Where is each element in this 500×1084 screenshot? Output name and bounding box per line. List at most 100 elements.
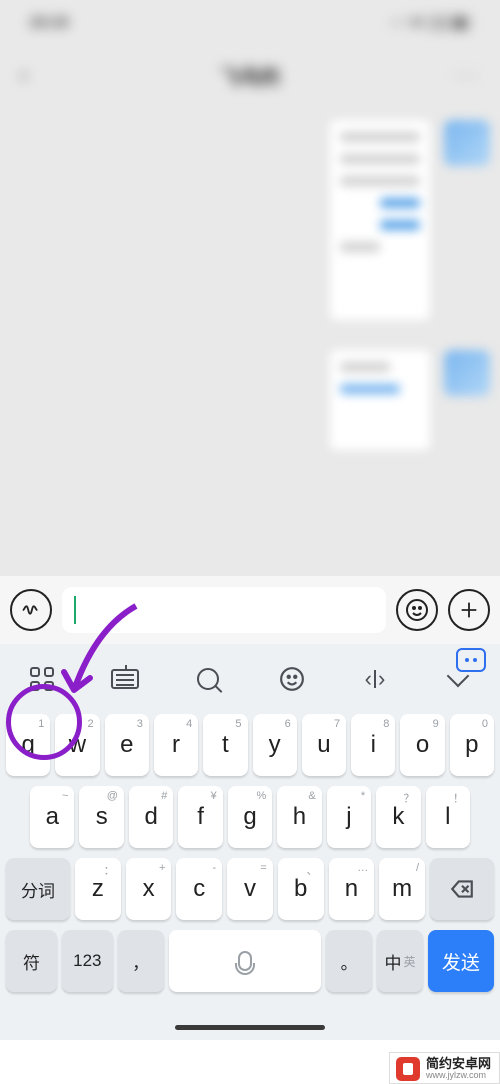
microphone-icon xyxy=(238,951,252,971)
home-indicator[interactable] xyxy=(175,1025,325,1030)
key-sub: … xyxy=(357,862,368,874)
key-j[interactable]: j* xyxy=(327,786,371,848)
message-text-input[interactable] xyxy=(62,587,386,633)
chat-title: 飞鸟的 xyxy=(220,61,280,90)
key-sub: ！ xyxy=(453,790,464,806)
key-r[interactable]: r4 xyxy=(154,714,198,776)
voice-input-button[interactable] xyxy=(10,589,52,631)
keyboard-icon xyxy=(111,669,139,689)
key-sub: 1 xyxy=(38,718,44,730)
key-q[interactable]: q1 xyxy=(6,714,50,776)
key-sub: - xyxy=(212,862,216,874)
key-z[interactable]: z： xyxy=(75,858,121,920)
key-sub: 、 xyxy=(307,862,318,878)
key-l[interactable]: l！ xyxy=(426,786,470,848)
key-w[interactable]: w2 xyxy=(55,714,99,776)
fenci-key[interactable]: 分词 xyxy=(6,858,70,920)
avatar[interactable] xyxy=(444,350,490,396)
smiley-icon xyxy=(405,598,429,622)
key-t[interactable]: t5 xyxy=(203,714,247,776)
key-sub: & xyxy=(308,790,315,802)
key-c[interactable]: c- xyxy=(176,858,222,920)
key-sub: ¥ xyxy=(211,790,217,802)
status-indicators: ⋯ ᯤ ▢▢◧ xyxy=(390,12,470,32)
backspace-key[interactable] xyxy=(430,858,494,920)
key-sub: 6 xyxy=(285,718,291,730)
keyboard-toolbar: ‹› xyxy=(0,644,500,714)
key-y[interactable]: y6 xyxy=(253,714,297,776)
period-key[interactable]: 。 xyxy=(326,930,372,992)
collapse-keyboard-button[interactable] xyxy=(437,658,479,700)
key-a[interactable]: a~ xyxy=(30,786,74,848)
sound-wave-icon xyxy=(20,599,42,621)
send-key[interactable]: 发送 xyxy=(428,930,494,992)
key-sub: = xyxy=(260,862,266,874)
back-icon[interactable]: ‹ xyxy=(20,62,27,88)
apps-grid-button[interactable] xyxy=(21,658,63,700)
key-sub: 8 xyxy=(383,718,389,730)
soft-keyboard: ‹› q1w2e3r4t5y6u7i8o9p0 a~s@d#f¥g%h&j*k？… xyxy=(0,644,500,1040)
backspace-icon xyxy=(449,876,475,902)
key-x[interactable]: x+ xyxy=(126,858,172,920)
key-u[interactable]: u7 xyxy=(302,714,346,776)
key-sub: * xyxy=(361,790,365,802)
avatar[interactable] xyxy=(444,120,490,166)
key-sub: 3 xyxy=(137,718,143,730)
cursor-icon: ‹› xyxy=(365,666,386,692)
chevron-down-icon xyxy=(447,665,470,688)
watermark-logo-icon xyxy=(396,1057,420,1081)
language-key[interactable]: 中 英 xyxy=(377,930,423,992)
message-bubble[interactable] xyxy=(330,350,430,450)
watermark-name: 简约安卓网 xyxy=(426,1057,491,1071)
key-h[interactable]: h& xyxy=(277,786,321,848)
key-k[interactable]: k？ xyxy=(376,786,420,848)
lang-sub: 英 xyxy=(403,953,415,970)
key-f[interactable]: f¥ xyxy=(178,786,222,848)
keyboard-emoji-button[interactable] xyxy=(271,658,313,700)
key-v[interactable]: v= xyxy=(227,858,273,920)
plus-icon xyxy=(458,599,480,621)
key-n[interactable]: n… xyxy=(329,858,375,920)
chat-header: ‹ 飞鸟的 ··· xyxy=(0,50,500,100)
key-sub: / xyxy=(416,862,419,874)
add-button[interactable] xyxy=(448,589,490,631)
key-sub: 2 xyxy=(87,718,93,730)
key-b[interactable]: b、 xyxy=(278,858,324,920)
space-key[interactable] xyxy=(169,930,322,992)
status-bar: 23:15 ⋯ ᯤ ▢▢◧ xyxy=(0,0,500,44)
key-o[interactable]: o9 xyxy=(400,714,444,776)
keyboard-layout-button[interactable] xyxy=(104,658,146,700)
smiley-icon xyxy=(279,666,305,692)
comma-key[interactable]: ， xyxy=(118,930,164,992)
key-g[interactable]: g% xyxy=(228,786,272,848)
key-e[interactable]: e3 xyxy=(105,714,149,776)
search-icon xyxy=(197,668,219,690)
key-i[interactable]: i8 xyxy=(351,714,395,776)
key-sub: # xyxy=(161,790,167,802)
message-input-bar xyxy=(0,576,500,644)
key-sub: 4 xyxy=(186,718,192,730)
key-sub: 0 xyxy=(482,718,488,730)
key-sub: ~ xyxy=(62,790,68,802)
search-button[interactable] xyxy=(187,658,229,700)
key-sub: % xyxy=(256,790,266,802)
key-sub: 9 xyxy=(433,718,439,730)
key-s[interactable]: s@ xyxy=(79,786,123,848)
numeric-key[interactable]: 123 xyxy=(62,930,113,992)
key-sub: @ xyxy=(107,790,118,802)
key-m[interactable]: m/ xyxy=(379,858,425,920)
key-p[interactable]: p0 xyxy=(450,714,494,776)
emoji-button[interactable] xyxy=(396,589,438,631)
key-d[interactable]: d# xyxy=(129,786,173,848)
watermark-url: www.jylzw.com xyxy=(426,1071,491,1081)
key-sub: 7 xyxy=(334,718,340,730)
lang-main: 中 xyxy=(384,949,401,974)
key-sub: + xyxy=(159,862,165,874)
grid-icon xyxy=(30,667,54,691)
symbol-key[interactable]: 符 xyxy=(6,930,57,992)
status-time: 23:15 xyxy=(30,14,68,31)
more-icon[interactable]: ··· xyxy=(454,64,480,87)
message-bubble[interactable] xyxy=(330,120,430,320)
cursor-move-button[interactable]: ‹› xyxy=(354,658,396,700)
key-sub: ？ xyxy=(404,790,415,806)
